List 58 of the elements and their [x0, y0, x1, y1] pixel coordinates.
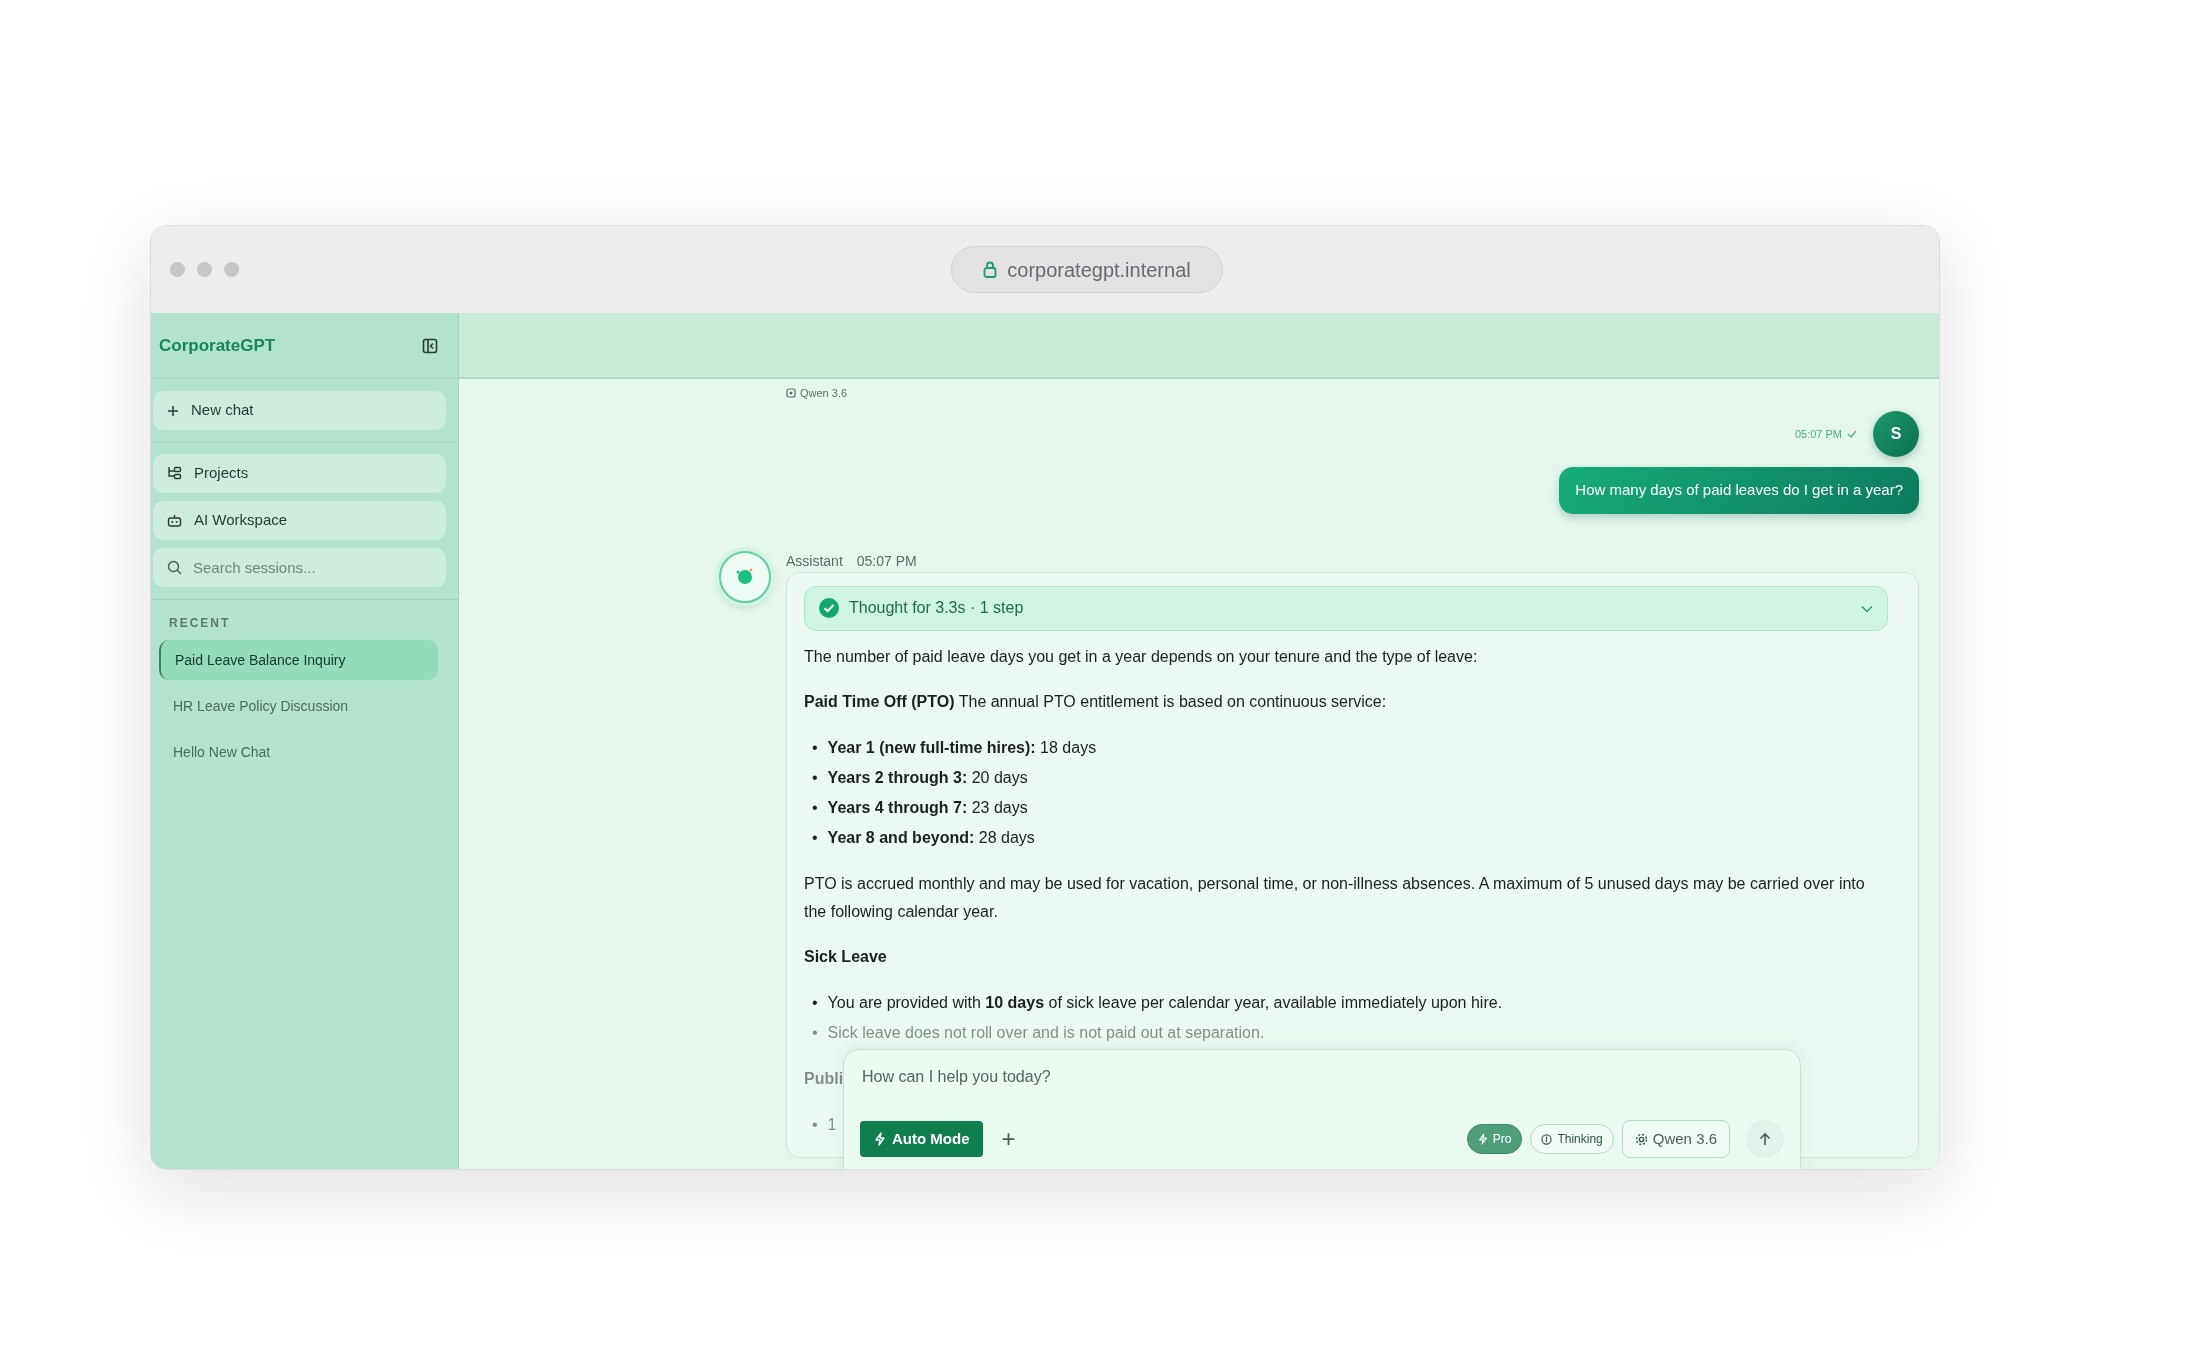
window-control-dot[interactable] — [197, 262, 212, 277]
new-chat-button[interactable]: New chat — [153, 391, 446, 430]
list-item: You are provided with 10 days of sick leave per calendar year, available immediately upon hire. — [827, 992, 1503, 1013]
add-button[interactable]: + — [995, 1127, 1022, 1151]
auto-mode-button[interactable]: Auto Mode — [860, 1121, 984, 1157]
bullet: • — [812, 797, 818, 818]
list-item: Years 4 through 7: 23 days — [827, 797, 1028, 818]
section-heading: Sick Leave — [804, 946, 887, 967]
lightning-icon — [1477, 1133, 1488, 1145]
info-icon — [1541, 1133, 1553, 1145]
paragraph: Paid Time Off (PTO) The annual PTO entitlement is based on continuous service: — [804, 691, 1388, 712]
search-icon — [167, 560, 182, 575]
bullet: • — [812, 737, 818, 758]
list-item: Sick leave does not roll over and is not paid out at separation. — [827, 1022, 1265, 1043]
model-selector[interactable]: Qwen 3.6 — [1621, 1120, 1730, 1158]
message-input[interactable]: How can I help you today? — [860, 1064, 1784, 1090]
list-item: Year 8 and beyond: 28 days — [827, 827, 1035, 848]
chevron-icon — [1861, 604, 1873, 613]
gear-icon — [1634, 1132, 1648, 1146]
lock-icon — [983, 261, 998, 278]
session-item[interactable]: HR Leave Policy Discussion — [159, 686, 438, 726]
paragraph: The number of paid leave days you get in a year depends on your tenure and the type of leave: — [804, 646, 1479, 667]
folder-tree-icon — [167, 466, 182, 481]
list-item: Year 1 (new full-time hires): 18 days — [827, 737, 1097, 758]
nav-item[interactable]: Projects — [153, 454, 446, 493]
list-item: 1 — [827, 1114, 837, 1135]
window-control-dot[interactable] — [224, 262, 239, 277]
window-control-dot[interactable] — [170, 262, 185, 277]
thought-toggle[interactable]: Thought for 3.3s · 1 step — [804, 585, 1888, 631]
app-logo-text: CorporateGPT — [159, 334, 276, 357]
list-item: Years 2 through 3: 20 days — [827, 767, 1028, 788]
nav-item[interactable]: AI Workspace — [153, 501, 446, 540]
lightning-icon — [874, 1132, 886, 1146]
toggle-pill[interactable]: Thinking — [1530, 1124, 1614, 1154]
bullet: • — [812, 767, 818, 788]
model-label: Qwen 3.6 — [786, 384, 848, 402]
session-item[interactable]: Paid Leave Balance Inquiry — [159, 640, 438, 680]
chip-icon — [786, 388, 796, 398]
robot-icon — [167, 513, 182, 528]
sidebar-toggle-icon[interactable] — [422, 337, 438, 354]
bullet: • — [812, 992, 818, 1013]
message-meta: Assistant 05:07 PM — [786, 551, 918, 571]
plus-icon — [167, 404, 179, 417]
message-time: 05:07 PM — [1794, 425, 1857, 443]
section-heading: Publi — [804, 1068, 844, 1089]
paragraph: PTO is accrued monthly and may be used for vacation, personal time, or non-illness absences. A maximum of 5 unused days may be carried over into the following calendar year. — [804, 873, 1866, 922]
send-button[interactable] — [1746, 1120, 1784, 1158]
bullet: • — [812, 827, 818, 848]
bullet: • — [812, 1114, 818, 1135]
bullet: • — [812, 1022, 818, 1043]
arrow-up-icon — [1759, 1132, 1771, 1146]
section-label: RECENT — [168, 615, 232, 632]
address-text: corporategpt.internal — [1007, 257, 1191, 283]
user-avatar: S — [1873, 411, 1919, 457]
assistant-avatar — [719, 550, 771, 603]
address-bar[interactable]: corporategpt.internal — [951, 246, 1223, 293]
user-message: How many days of paid leaves do I get in a year? — [1559, 467, 1919, 514]
session-item[interactable]: Hello New Chat — [159, 732, 438, 772]
